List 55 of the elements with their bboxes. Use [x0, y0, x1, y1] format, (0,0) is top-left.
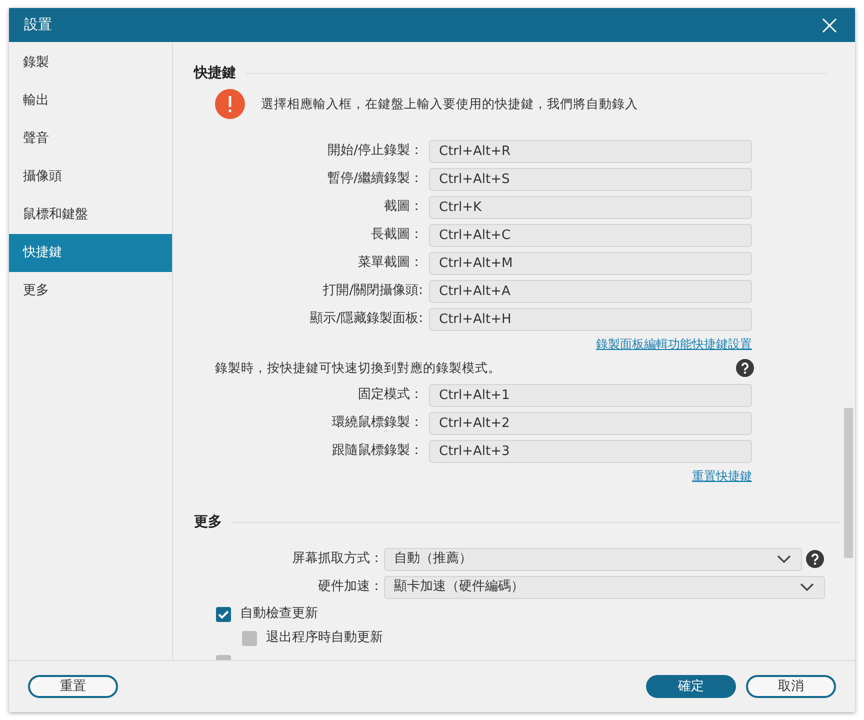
checkbox[interactable] — [216, 606, 231, 622]
field-label: 截圖： — [383, 198, 424, 216]
field-label: 環繞鼠標錄製： — [331, 414, 424, 432]
sidebar-item[interactable]: 快捷鍵 — [9, 234, 172, 272]
shortcut-field[interactable]: Ctrl+Alt+A — [429, 280, 752, 302]
checkmark-icon — [218, 610, 229, 618]
field-label: 硬件加速： — [317, 578, 384, 596]
panel-shortcut-link[interactable]: 錄製面板編輯功能快捷鍵設置 — [596, 335, 752, 353]
scrollbar[interactable] — [844, 408, 853, 558]
cancel-button[interactable]: 取消 — [746, 675, 836, 698]
field-label: 屏幕抓取方式： — [291, 550, 384, 568]
warning-icon — [215, 89, 245, 119]
mode-note: 錄製時，按快捷鍵可快速切換到對應的錄製模式。 — [215, 358, 501, 377]
ok-button[interactable]: 確定 — [646, 675, 736, 698]
dropdown[interactable]: 自動（推薦） — [384, 548, 802, 570]
reset-shortcuts-link[interactable]: 重置快捷鍵 — [692, 467, 752, 485]
shortcut-field[interactable]: Ctrl+Alt+C — [429, 224, 752, 246]
sidebar-item[interactable]: 鼠標和鍵盤 — [9, 196, 172, 234]
shortcut-field[interactable]: Ctrl+Alt+H — [429, 308, 752, 330]
dropdown-value: 顯卡加速（硬件編碼） — [394, 578, 524, 596]
shortcut-field[interactable]: Ctrl+Alt+S — [429, 168, 752, 190]
sidebar-item[interactable]: 更多 — [9, 272, 172, 310]
shortcut-field[interactable]: Ctrl+Alt+R — [429, 140, 752, 162]
field-label: 暫停/繼續錄製： — [326, 170, 424, 188]
field-label: 顯示/隱藏錄製面板: — [309, 310, 424, 328]
checkbox[interactable] — [242, 630, 257, 646]
help-icon[interactable] — [806, 550, 824, 568]
shortcut-field[interactable]: Ctrl+Alt+3 — [429, 440, 752, 462]
section-heading: 快捷鍵 — [194, 64, 236, 82]
help-icon[interactable] — [736, 359, 754, 377]
sidebar-item[interactable]: 輸出 — [9, 82, 172, 120]
notice-text: 選擇相應輸入框，在鍵盤上輸入要使用的快捷鍵，我們將自動錄入 — [261, 94, 638, 113]
field-label: 打開/關閉攝像頭: — [322, 282, 424, 300]
window-title: 設置 — [24, 16, 52, 34]
section-heading: 更多 — [194, 512, 222, 532]
checkbox-label: 退出程序時自動更新 — [266, 629, 383, 648]
chevron-down-icon — [777, 555, 791, 563]
close-icon[interactable] — [822, 18, 837, 32]
field-label: 開始/停止錄製： — [326, 142, 424, 160]
reset-button[interactable]: 重置 — [28, 675, 118, 698]
field-label: 長截圖： — [370, 226, 424, 244]
field-label: 固定模式： — [357, 386, 424, 404]
dropdown-value: 自動（推薦） — [394, 550, 472, 568]
field-label: 跟隨鼠標錄製： — [331, 442, 424, 460]
field-label: 菜單截圖： — [357, 254, 424, 272]
dropdown[interactable]: 顯卡加速（硬件編碼） — [384, 576, 825, 598]
checkbox-label: 自動檢查更新 — [240, 605, 318, 624]
shortcut-field[interactable]: Ctrl+Alt+2 — [429, 412, 752, 434]
sidebar-item[interactable]: 錄製 — [9, 44, 172, 82]
shortcut-field[interactable]: Ctrl+Alt+1 — [429, 384, 752, 406]
sidebar-item[interactable]: 聲音 — [9, 120, 172, 158]
sidebar-item[interactable]: 攝像頭 — [9, 158, 172, 196]
shortcut-field[interactable]: Ctrl+K — [429, 196, 752, 218]
chevron-down-icon — [800, 583, 814, 591]
shortcut-field[interactable]: Ctrl+Alt+M — [429, 252, 752, 274]
